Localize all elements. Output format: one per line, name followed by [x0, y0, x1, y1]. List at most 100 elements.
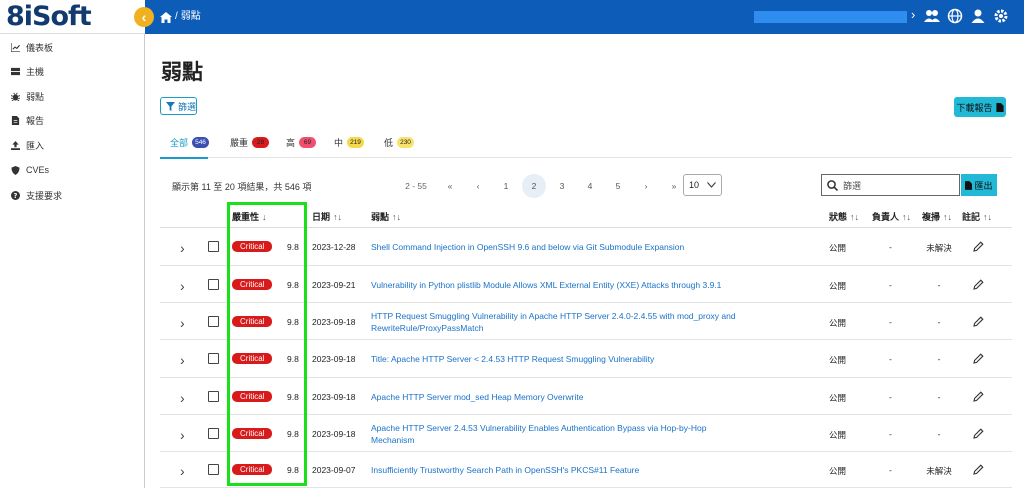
- sidebar-item-import[interactable]: 匯入: [11, 138, 44, 152]
- edit-note-icon[interactable]: [973, 241, 984, 252]
- row-checkbox[interactable]: [208, 427, 219, 439]
- global-search-bar[interactable]: [754, 11, 907, 23]
- tab-critical[interactable]: 嚴重 28: [230, 132, 270, 152]
- owner-cell: -: [889, 465, 892, 475]
- sidebar-item-reports[interactable]: 報告: [11, 113, 44, 127]
- filter-button[interactable]: 篩選: [160, 97, 197, 115]
- sort-icon: ↑↓: [850, 211, 860, 222]
- tab-low[interactable]: 低 230: [384, 132, 415, 152]
- edit-note-icon[interactable]: [973, 353, 984, 364]
- chevron-right-icon[interactable]: ›: [911, 7, 915, 22]
- expand-row-chevron-icon[interactable]: ›: [180, 390, 185, 406]
- page-button-5[interactable]: 5: [604, 174, 632, 198]
- tab-high[interactable]: 高 69: [286, 132, 317, 152]
- home-icon[interactable]: [160, 11, 172, 23]
- status-column-header[interactable]: 狀態 ↑↓: [829, 210, 859, 223]
- owner-column-header[interactable]: 負責人 ↑↓: [872, 210, 911, 223]
- header-label: 註記: [962, 212, 981, 222]
- table-row[interactable]: › Critical 9.8 2023-12-28 Shell Command Inje…: [160, 228, 1012, 266]
- tab-medium[interactable]: 中 219: [334, 132, 365, 152]
- vulnerability-link[interactable]: Vulnerability in Python plistlib Module …: [371, 266, 751, 303]
- sidebar-item-dashboard[interactable]: 儀表板: [11, 40, 53, 54]
- row-checkbox[interactable]: [208, 353, 219, 364]
- vulnerability-link[interactable]: HTTP Request Smuggling Vulnerability in …: [371, 303, 751, 340]
- owner-cell: -: [889, 279, 892, 290]
- brand-logo[interactable]: 8iSoft: [6, 1, 92, 33]
- expand-row-chevron-icon[interactable]: ›: [180, 278, 185, 294]
- search-input[interactable]: 篩選: [821, 174, 960, 196]
- date-cell: 2023-09-18: [312, 354, 356, 364]
- table-row[interactable]: › Critical 9.8 2023-09-18 HTTP Request Smugg…: [160, 303, 1012, 340]
- table-row[interactable]: › Critical 9.8 2023-09-07 Insufficiently Tru…: [160, 452, 1012, 488]
- date-cell: 2023-09-07: [312, 465, 356, 475]
- tab-all[interactable]: 全部 546: [170, 132, 210, 152]
- shield-icon: [11, 165, 20, 175]
- prev-page-button[interactable]: ‹: [464, 174, 492, 198]
- sidebar-item-vulnerabilities[interactable]: 弱點: [11, 89, 44, 103]
- vulnerability-column-header[interactable]: 弱點 ↑↓: [371, 210, 401, 223]
- expand-row-chevron-icon[interactable]: ›: [180, 352, 185, 368]
- severity-column-header[interactable]: 嚴重性 ↓: [232, 210, 267, 223]
- date-column-header[interactable]: 日期 ↑↓: [312, 210, 342, 223]
- rescan-column-header[interactable]: 複掃 ↑↓: [922, 210, 952, 223]
- per-page-value: 10: [689, 180, 700, 190]
- owner-cell: -: [889, 242, 892, 252]
- row-checkbox[interactable]: [208, 315, 219, 327]
- row-checkbox[interactable]: [208, 241, 219, 252]
- score-cell: 9.8: [287, 391, 299, 402]
- filter-button-label: 篩選: [178, 101, 197, 112]
- expand-row-chevron-icon[interactable]: ›: [180, 240, 185, 256]
- table-row[interactable]: › Critical 9.8 2023-09-18 Title: Apache HTTP…: [160, 340, 1012, 378]
- rescan-cell: -: [937, 428, 941, 439]
- table-row[interactable]: › Critical 9.8 2023-09-18 Apache HTTP Server…: [160, 415, 1012, 452]
- status-cell: 公開: [829, 243, 847, 253]
- download-report-button[interactable]: 下載報告: [954, 97, 1006, 117]
- vulnerability-link[interactable]: Shell Command Injection in OpenSSH 9.6 a…: [371, 228, 751, 266]
- edit-note-icon[interactable]: [973, 464, 984, 475]
- row-checkbox[interactable]: [208, 278, 219, 290]
- page-button-1[interactable]: 1: [492, 174, 520, 198]
- expand-row-chevron-icon[interactable]: ›: [180, 315, 185, 331]
- header-label: 複掃: [922, 212, 941, 222]
- table-row[interactable]: › Critical 9.8 2023-09-18 Apache HTTP Server…: [160, 378, 1012, 415]
- edit-note-icon[interactable]: [973, 390, 984, 402]
- sidebar-item-hosts[interactable]: 主機: [11, 64, 44, 78]
- user-icon[interactable]: [970, 8, 986, 24]
- vulnerability-link[interactable]: Insufficiently Trustworthy Search Path i…: [371, 452, 751, 488]
- sidebar-item-support[interactable]: ? 支援要求: [11, 188, 62, 202]
- edit-note-icon[interactable]: [973, 427, 984, 439]
- gear-icon[interactable]: [993, 8, 1009, 24]
- next-page-button[interactable]: ›: [632, 174, 660, 198]
- status-cell: 公開: [829, 466, 847, 476]
- vulnerability-link[interactable]: Title: Apache HTTP Server < 2.4.53 HTTP …: [371, 340, 751, 378]
- edit-note-icon[interactable]: [973, 315, 984, 327]
- score-cell: 9.8: [287, 428, 299, 439]
- page-button-4[interactable]: 4: [576, 174, 604, 198]
- page-button-2[interactable]: 2: [522, 174, 546, 198]
- sort-icon: ↑↓: [333, 211, 343, 222]
- vulnerability-link[interactable]: Apache HTTP Server 2.4.53 Vulnerability …: [371, 415, 751, 452]
- page-button-3[interactable]: 3: [548, 174, 576, 198]
- row-checkbox-wrapper: [208, 241, 219, 252]
- row-checkbox[interactable]: [208, 390, 219, 402]
- row-checkbox[interactable]: [208, 464, 219, 475]
- globe-icon[interactable]: [947, 8, 963, 24]
- result-summary: 顯示第 11 至 20 項結果，共 546 項: [172, 182, 312, 192]
- first-page-button[interactable]: «: [436, 174, 464, 198]
- funnel-icon: [166, 101, 175, 111]
- expand-row-chevron-icon[interactable]: ›: [180, 463, 185, 479]
- table-row[interactable]: › Critical 9.8 2023-09-21 Vulnerability in P…: [160, 266, 1012, 303]
- status-cell: 公開: [829, 392, 847, 403]
- vulnerability-link[interactable]: Apache HTTP Server mod_sed Heap Memory O…: [371, 378, 751, 415]
- sidebar-item-cves[interactable]: CVEs: [11, 163, 49, 177]
- rescan-cell: 未解決: [926, 466, 952, 476]
- users-icon[interactable]: [924, 8, 940, 24]
- export-button[interactable]: 匯出: [961, 174, 997, 196]
- edit-note-icon[interactable]: [973, 278, 984, 290]
- per-page-select[interactable]: 10: [683, 174, 722, 196]
- expand-row-chevron-icon[interactable]: ›: [180, 427, 185, 443]
- note-column-header[interactable]: 註記 ↑↓: [962, 210, 992, 223]
- row-checkbox-wrapper: [208, 353, 219, 364]
- sidebar-collapse-button[interactable]: ‹: [134, 7, 154, 27]
- row-checkbox-wrapper: [208, 464, 219, 475]
